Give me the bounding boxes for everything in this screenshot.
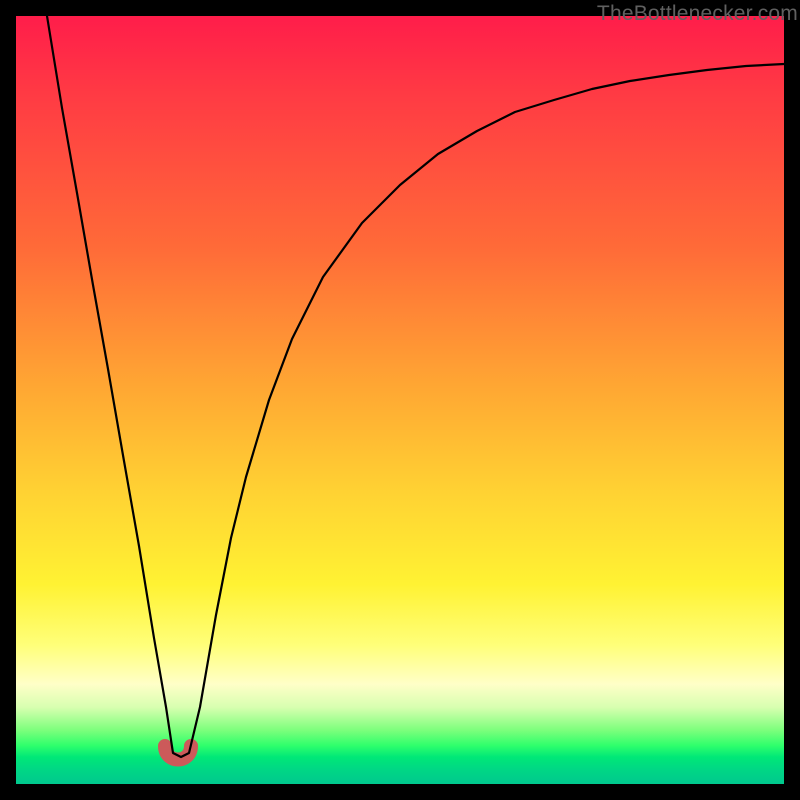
- chart-frame: [16, 16, 784, 784]
- curve-layer: [16, 16, 784, 784]
- watermark-text: TheBottlenecker.com: [597, 2, 798, 26]
- bottleneck-curve: [47, 16, 784, 757]
